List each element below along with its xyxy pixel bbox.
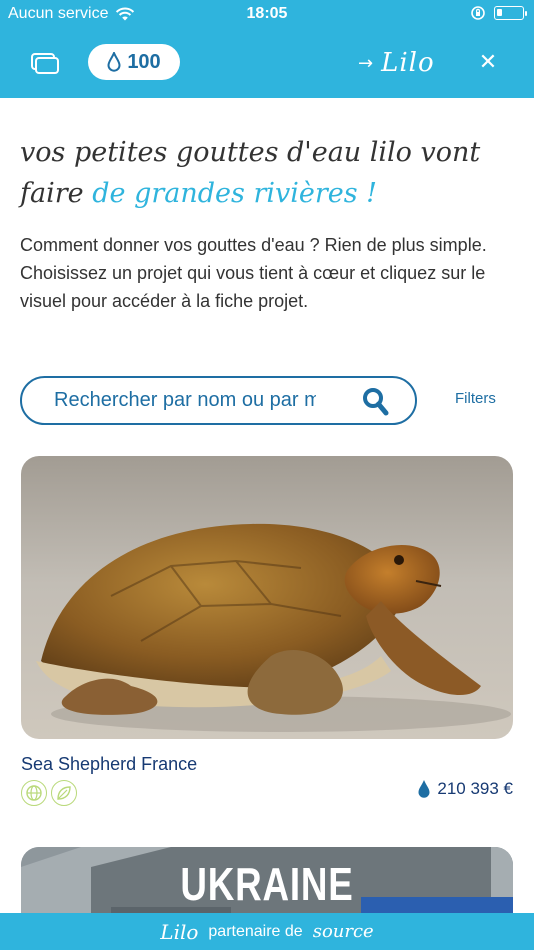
battery-fill [497, 9, 502, 16]
lilo-logo: Lilo [381, 48, 435, 78]
footer-lilo-logo: Lilo [160, 919, 199, 944]
water-drop-icon [107, 52, 121, 72]
status-right [470, 5, 527, 21]
footer-text: partenaire de [208, 922, 303, 940]
page-headline: vos petites gouttes d'eau lilo vont fair… [20, 132, 514, 214]
drops-counter-button[interactable]: 100 [88, 44, 180, 80]
project-image-sea-shepherd[interactable] [21, 456, 513, 739]
lilo-home-link[interactable]: → Lilo [358, 48, 435, 78]
top-bar: 100 → Lilo ✕ [0, 28, 534, 98]
arrow-right-icon: → [358, 52, 374, 74]
project-amount-value: 210 393 € [437, 779, 513, 798]
tabs-icon [31, 53, 59, 74]
orientation-lock-icon [471, 6, 485, 20]
project-title[interactable]: Sea Shepherd France [21, 754, 197, 775]
globe-icon [21, 780, 47, 806]
status-time: 18:05 [246, 5, 288, 22]
partner-logo: source [312, 921, 374, 942]
project-image-caption: UKRAINE [180, 858, 354, 910]
tabs-button[interactable] [30, 50, 62, 76]
status-bar: Aucun service 18:05 [0, 0, 534, 28]
battery-icon [494, 6, 527, 20]
project-amount: 210 393 € [417, 779, 513, 799]
water-drop-icon [418, 780, 430, 798]
sea-turtle-photo [21, 456, 513, 739]
filters-button[interactable]: Filters [455, 390, 496, 407]
close-icon: ✕ [478, 49, 498, 75]
close-button[interactable]: ✕ [474, 48, 502, 76]
leaf-icon [51, 780, 77, 806]
search-input[interactable] [54, 389, 316, 412]
search-icon[interactable] [361, 387, 389, 417]
intro-text: Comment donner vos gouttes d'eau ? Rien … [20, 235, 487, 311]
headline-accent: de grandes rivières ! [92, 178, 378, 209]
drops-count: 100 [127, 50, 161, 73]
project-category-badges [21, 780, 77, 806]
search-bar [20, 376, 417, 425]
footer-banner[interactable]: Lilo partenaire de source [0, 913, 534, 950]
